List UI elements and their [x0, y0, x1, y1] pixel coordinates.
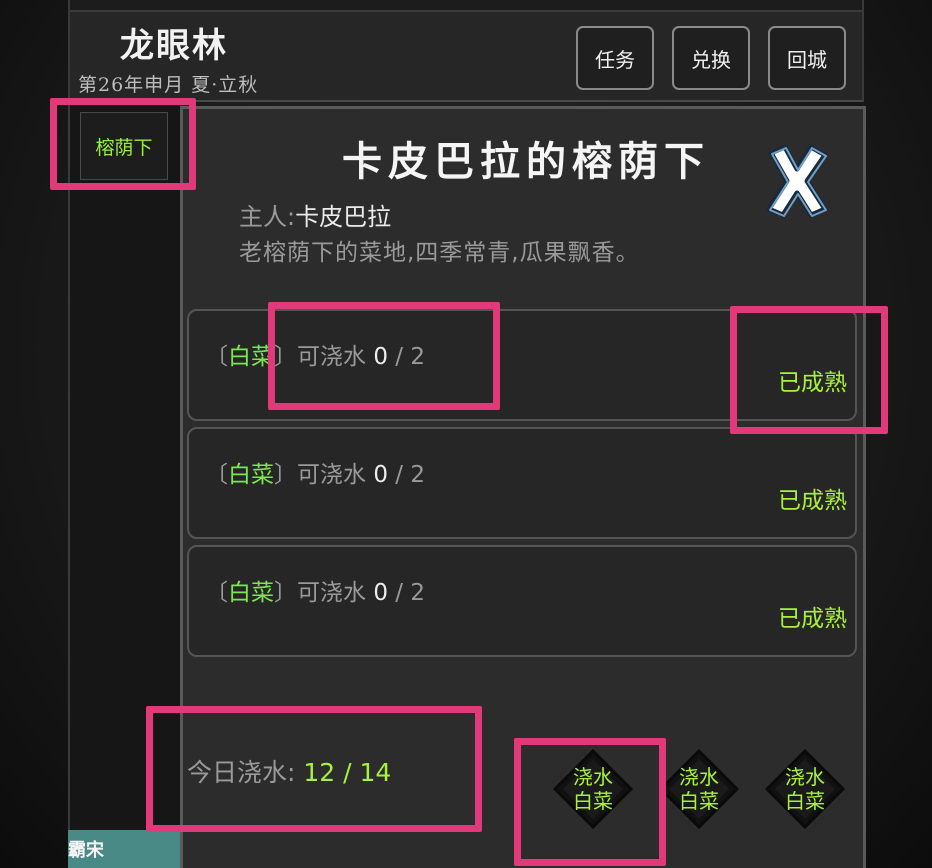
quest-button[interactable]: 任务 — [576, 26, 654, 90]
water-cabbage-button-1[interactable]: 浇水 白菜 — [549, 745, 637, 833]
bracket-close: 〕 — [274, 580, 297, 606]
today-water-value: 12 / 14 — [303, 758, 392, 787]
bracket-close: 〕 — [274, 462, 297, 488]
today-water-label: 今日浇水: — [187, 758, 296, 787]
plot-status: 已成熟 — [778, 370, 847, 396]
exchange-button[interactable]: 兑换 — [672, 26, 750, 90]
return-to-town-button[interactable]: 回城 — [768, 26, 846, 90]
plot-description: 老榕荫下的菜地,四季常青,瓜果飘香。 — [239, 240, 640, 266]
water-label: 可浇水 — [297, 344, 366, 370]
water-count: 0 — [373, 462, 388, 488]
game-screen: 龙眼林 第26年申月 夏·立秋 任务 兑换 回城 榕荫下 霸宋 卡皮巴拉的榕荫下… — [0, 0, 932, 868]
label-line: 浇水 — [785, 765, 825, 789]
water-count: 0 — [373, 344, 388, 370]
sidebar-footer-label: 霸宋 — [68, 830, 180, 868]
top-strip — [68, 0, 864, 10]
game-date: 第26年申月 夏·立秋 — [78, 74, 259, 96]
sidebar: 榕荫下 — [68, 104, 180, 868]
water-max: 2 — [410, 462, 425, 488]
water-max: 2 — [410, 580, 425, 606]
bracket-open: 〔 — [205, 580, 228, 606]
today-water-counter: 今日浇水: 12 / 14 — [187, 753, 391, 789]
water-button-label: 浇水 白菜 — [549, 765, 637, 813]
crop-name: 白菜 — [228, 344, 274, 370]
close-icon — [766, 144, 828, 218]
plot-status: 已成熟 — [778, 606, 847, 632]
owner-line: 主人:卡皮巴拉 — [239, 197, 391, 232]
water-sep: / — [387, 580, 411, 606]
owner-name: 卡皮巴拉 — [295, 203, 392, 231]
water-sep: / — [387, 462, 411, 488]
water-label: 可浇水 — [297, 580, 366, 606]
water-max: 2 — [410, 344, 425, 370]
sidebar-tab-banyan-shade[interactable]: 榕荫下 — [80, 112, 168, 180]
close-button[interactable] — [761, 139, 833, 221]
plot-info: 〔白菜〕可浇水 0 / 2 — [205, 573, 425, 607]
water-cabbage-button-3[interactable]: 浇水 白菜 — [761, 745, 849, 833]
water-label: 可浇水 — [297, 462, 366, 488]
label-line: 白菜 — [573, 789, 613, 813]
bracket-open: 〔 — [205, 344, 228, 370]
label-line: 白菜 — [679, 789, 719, 813]
water-sep: / — [387, 344, 411, 370]
label-line: 浇水 — [679, 765, 719, 789]
bracket-close: 〕 — [274, 344, 297, 370]
garden-plot-3[interactable]: 〔白菜〕可浇水 0 / 2 已成熟 — [187, 545, 857, 657]
plot-info: 〔白菜〕可浇水 0 / 2 — [205, 337, 425, 371]
garden-plot-1[interactable]: 〔白菜〕可浇水 0 / 2 已成熟 — [187, 309, 857, 421]
location-title: 龙眼林 — [120, 26, 228, 66]
crop-name: 白菜 — [228, 580, 274, 606]
water-count: 0 — [373, 580, 388, 606]
bracket-open: 〔 — [205, 462, 228, 488]
label-line: 白菜 — [785, 789, 825, 813]
owner-label: 主人: — [239, 203, 296, 231]
label-line: 浇水 — [573, 765, 613, 789]
garden-plot-2[interactable]: 〔白菜〕可浇水 0 / 2 已成熟 — [187, 427, 857, 539]
crop-name: 白菜 — [228, 462, 274, 488]
garden-panel: 卡皮巴拉的榕荫下 主人:卡皮巴拉 老榕荫下的菜地,四季常青,瓜果飘香。 〔白菜〕… — [180, 106, 866, 868]
water-button-label: 浇水 白菜 — [761, 765, 849, 813]
water-button-label: 浇水 白菜 — [655, 765, 743, 813]
plot-info: 〔白菜〕可浇水 0 / 2 — [205, 455, 425, 489]
plot-status: 已成熟 — [778, 488, 847, 514]
water-cabbage-button-2[interactable]: 浇水 白菜 — [655, 745, 743, 833]
location-header: 龙眼林 第26年申月 夏·立秋 任务 兑换 回城 — [68, 10, 864, 102]
